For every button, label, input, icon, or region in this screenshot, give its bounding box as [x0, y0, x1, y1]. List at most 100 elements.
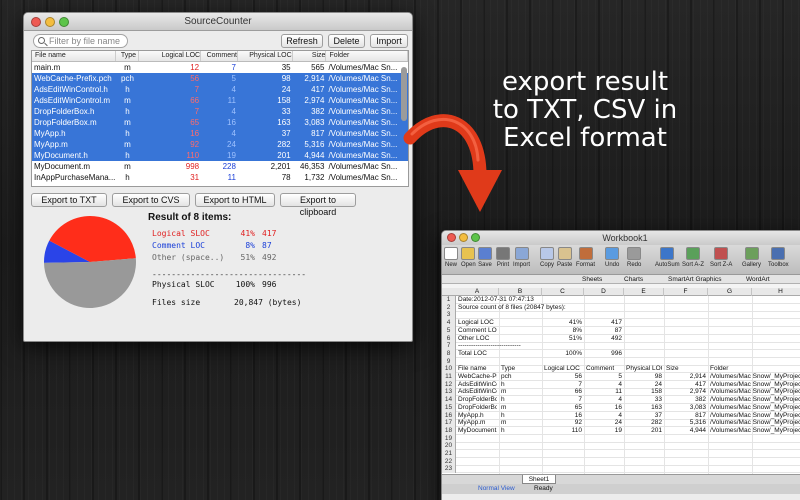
- toolbar-format-button[interactable]: Format: [576, 247, 595, 268]
- column-header-g[interactable]: G: [708, 288, 752, 296]
- table-row[interactable]: WebCache-Prefix.pch pch 56 5 98 2,914/Volumes…: [32, 73, 408, 84]
- cell-physical-loc: 163: [277, 118, 291, 127]
- toolbar-label: Sort Z-A: [710, 262, 733, 268]
- toolbar-new-button[interactable]: New: [444, 247, 458, 268]
- table-row[interactable]: DropFolderBox.m m 65 16 163 3,083/Volumes/Mac…: [32, 117, 408, 128]
- toolbar-label: Undo: [605, 262, 620, 268]
- column-header-f[interactable]: F: [664, 288, 708, 296]
- cell-type: h: [125, 107, 130, 116]
- toolbar-copy-button[interactable]: Copy: [540, 247, 554, 268]
- toolbar-autosum-button[interactable]: AutoSum: [655, 247, 680, 268]
- excel-minimize-button[interactable]: [459, 233, 468, 242]
- zoom-window-button[interactable]: [59, 17, 69, 27]
- toolbar-toolbox-button[interactable]: Toolbox: [768, 247, 789, 268]
- toolbar-redo-button[interactable]: Redo: [627, 247, 641, 268]
- toolbar-save-button[interactable]: Save: [478, 247, 492, 268]
- column-header-c[interactable]: C: [542, 288, 584, 296]
- col-header-file-name[interactable]: File name: [32, 51, 116, 61]
- cell-comment: 7: [231, 63, 236, 72]
- ribbon-tab-smartart[interactable]: SmartArt Graphics: [668, 275, 721, 284]
- import-button[interactable]: Import: [370, 34, 408, 48]
- table-row[interactable]: MyApp.m m 92 24 282 5,316/Volumes/Mac Sn...: [32, 139, 408, 150]
- toolbar-label: Format: [576, 262, 596, 268]
- filter-search-input[interactable]: Filter by file name: [33, 34, 128, 48]
- export-clipboard-button[interactable]: Export to clipboard: [280, 193, 356, 217]
- new-icon: [444, 247, 458, 260]
- ribbon-tab-sheets[interactable]: Sheets: [582, 275, 602, 284]
- col-header-type[interactable]: Type: [116, 51, 140, 61]
- cell-type: m: [124, 140, 131, 149]
- column-header-h[interactable]: H: [752, 288, 800, 296]
- column-header-d[interactable]: D: [584, 288, 624, 296]
- ribbon-tab-wordart[interactable]: WordArt: [746, 275, 770, 284]
- excel-ribbon: Sheets Charts SmartArt Graphics WordArt: [442, 275, 800, 284]
- toolbar-sort-z-a-button[interactable]: Sort Z-A: [710, 247, 732, 268]
- cell-size: 417: [311, 85, 325, 94]
- table-row[interactable]: DropFolderBox.h h 7 4 33 382/Volumes/Mac Sn..…: [32, 106, 408, 117]
- stat-other-space-pct: 51%: [240, 253, 255, 262]
- cell-file-name: MyDocument.h: [34, 151, 88, 160]
- sourcecounter-window: SourceCounter Filter by file name Refres…: [23, 12, 413, 342]
- cell-logical-loc: 31: [190, 173, 200, 182]
- cell-logical-loc: 7: [194, 85, 200, 94]
- table-row[interactable]: InAppPurchaseMana... h 31 11 78 1,732/Volumes…: [32, 172, 408, 183]
- excel-zoom-button[interactable]: [471, 233, 480, 242]
- delete-button[interactable]: Delete: [328, 34, 365, 48]
- toolbar-gallery-button[interactable]: Gallery: [742, 247, 761, 268]
- toolbar-print-button[interactable]: Print: [496, 247, 510, 268]
- cell-type: m: [124, 162, 131, 171]
- toolbar-open-button[interactable]: Open: [461, 247, 476, 268]
- toolbar-undo-button[interactable]: Undo: [605, 247, 619, 268]
- col-header-comment[interactable]: Comment: [201, 51, 238, 61]
- spreadsheet-grid[interactable]: ABCDEFGH 1 Date:2012-07-31 07:47:13 2 Sourc…: [442, 288, 800, 474]
- export-cvs-button[interactable]: Export to CVS: [112, 193, 190, 207]
- cell-physical-loc: 158: [277, 96, 291, 105]
- cell-size: 46,353: [299, 162, 325, 171]
- sheet-tab-sheet1[interactable]: Sheet1: [522, 475, 556, 484]
- status-bar: Normal View Ready: [442, 484, 800, 494]
- cell-physical-loc: 98: [281, 74, 291, 83]
- toolbar-label: Import: [513, 262, 531, 268]
- table-row[interactable]: MyDocument.m m 998 228 2,201 46,353/Volumes/M…: [32, 161, 408, 172]
- export-html-button[interactable]: Export to HTML: [195, 193, 275, 207]
- close-window-button[interactable]: [31, 17, 41, 27]
- col-header-physical-loc[interactable]: Physical LOC: [238, 51, 293, 61]
- cell-size: 817: [311, 129, 325, 138]
- physical-sloc-pct: 100%: [235, 280, 255, 289]
- stat-logical-sloc-label: Logical SLOC: [152, 229, 210, 238]
- cell-size: 382: [311, 107, 325, 116]
- cell-size: 565: [311, 63, 325, 72]
- col-header-folder[interactable]: Folder: [326, 51, 408, 61]
- cell-folder: /Volumes/Mac Sn...: [328, 151, 398, 160]
- table-row[interactable]: MyDocument.h h 110 19 201 4,944/Volumes/Mac S…: [32, 150, 408, 161]
- cell-logical-loc: 65: [190, 118, 200, 127]
- column-header-e[interactable]: E: [624, 288, 664, 296]
- ribbon-tab-charts[interactable]: Charts: [624, 275, 643, 284]
- column-header-b[interactable]: B: [499, 288, 542, 296]
- toolbar-paste-button[interactable]: Paste: [557, 247, 572, 268]
- col-header-size[interactable]: Size: [293, 51, 327, 61]
- toolbar-import-button[interactable]: Import: [513, 247, 530, 268]
- file-table[interactable]: File name Type Logical LOC Comment Physi…: [31, 50, 409, 187]
- toolbar-label: New: [444, 262, 457, 268]
- table-row[interactable]: main.m m 12 7 35 565/Volumes/Mac Sn...: [32, 62, 408, 73]
- excel-close-button[interactable]: [447, 233, 456, 242]
- toolbar-label: AutoSum: [655, 262, 680, 268]
- toolbar-sort-a-z-button[interactable]: Sort A-Z: [682, 247, 704, 268]
- cell-size: 2,914: [304, 74, 325, 83]
- cell-type: pch: [121, 74, 134, 83]
- refresh-button[interactable]: Refresh: [281, 34, 323, 48]
- minimize-window-button[interactable]: [45, 17, 55, 27]
- column-header-a[interactable]: A: [456, 288, 499, 296]
- table-row[interactable]: MyApp.h h 16 4 37 817/Volumes/Mac Sn...: [32, 128, 408, 139]
- stat-logical-sloc-value: 417: [262, 229, 277, 238]
- cell-physical-loc: 35: [281, 63, 291, 72]
- table-row[interactable]: AdsEditWinControl.m m 66 11 158 2,974/Volumes…: [32, 95, 408, 106]
- cell-size: 3,083: [304, 118, 325, 127]
- col-header-logical-loc[interactable]: Logical LOC: [139, 51, 202, 61]
- normal-view-label[interactable]: Normal View: [478, 484, 515, 494]
- table-row[interactable]: AdsEditWinControl.h h 7 4 24 417/Volumes/Mac …: [32, 84, 408, 95]
- export-txt-button[interactable]: Export to TXT: [31, 193, 107, 207]
- row-number[interactable]: 23: [442, 465, 456, 474]
- cell-file-name: AdsEditWinControl.m: [34, 96, 111, 105]
